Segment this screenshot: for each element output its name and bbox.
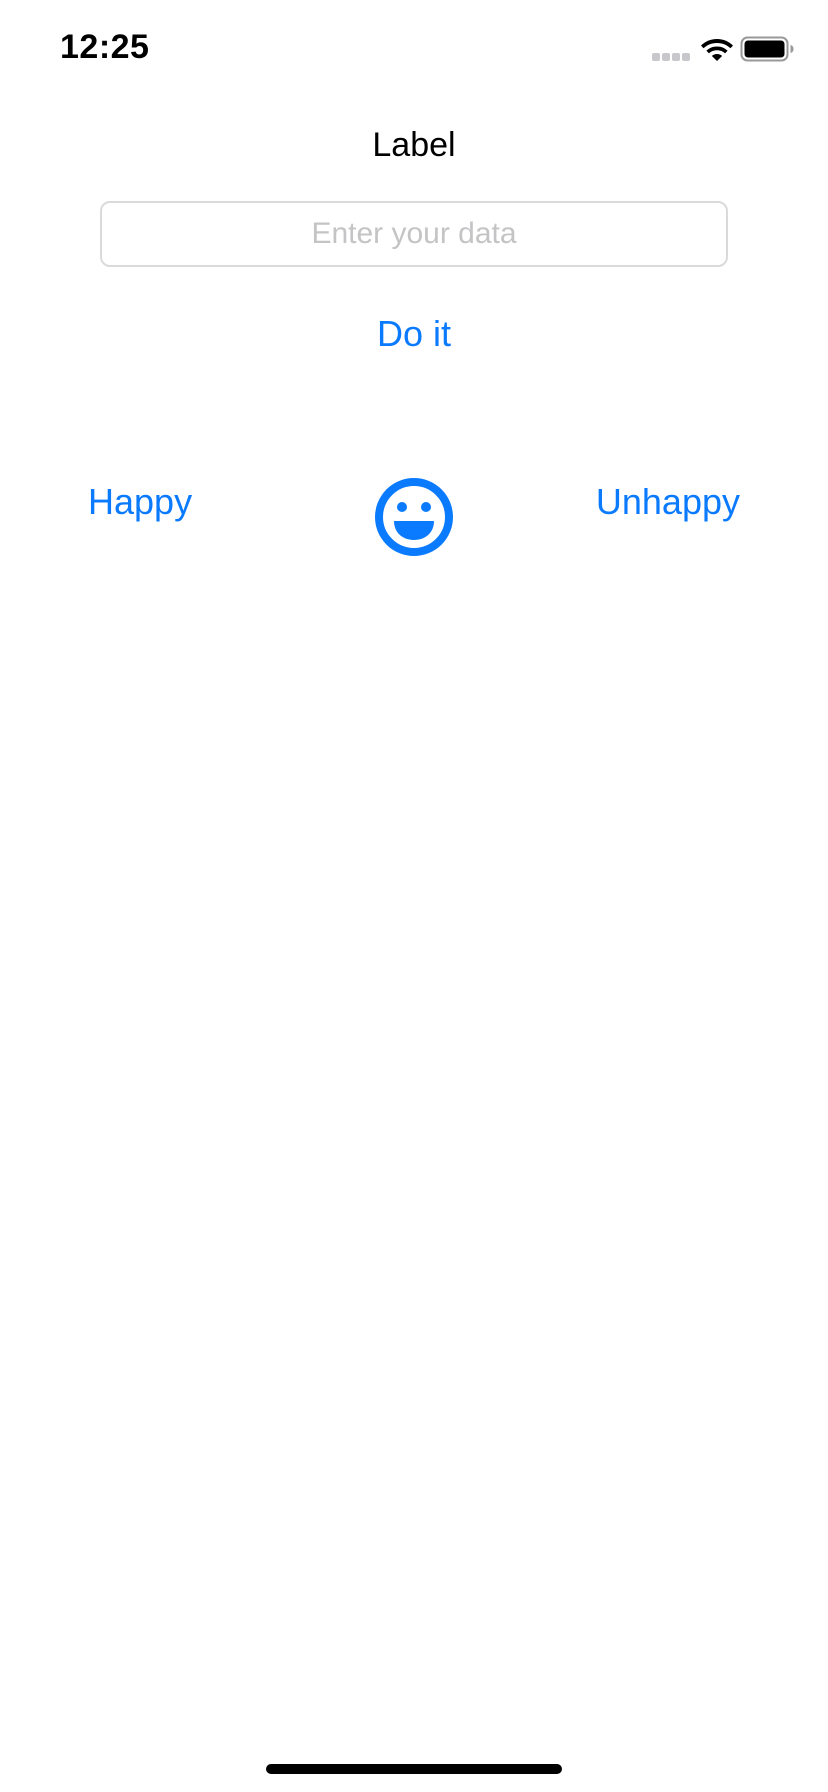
data-input[interactable] bbox=[100, 201, 728, 267]
unhappy-button[interactable]: Unhappy bbox=[580, 474, 780, 530]
status-time: 12:25 bbox=[60, 28, 150, 66]
happy-button[interactable]: Happy bbox=[80, 474, 280, 530]
wifi-icon bbox=[701, 39, 733, 61]
home-indicator[interactable] bbox=[266, 1764, 562, 1774]
do-it-button[interactable]: Do it bbox=[314, 306, 514, 362]
battery-icon bbox=[740, 36, 794, 62]
status-bar: 12:25 bbox=[0, 0, 828, 100]
smiley-face-icon bbox=[375, 478, 453, 556]
cellular-signal-icon bbox=[652, 53, 692, 63]
title-label: Label bbox=[372, 126, 456, 164]
